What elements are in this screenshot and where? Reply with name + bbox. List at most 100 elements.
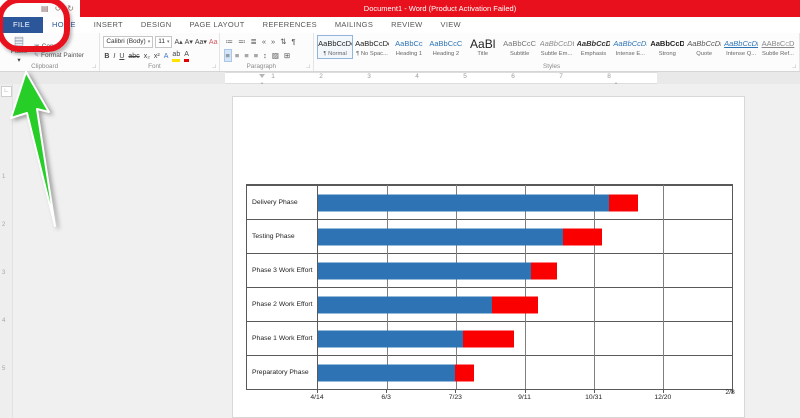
gridline bbox=[387, 185, 388, 389]
axis-tick bbox=[317, 390, 318, 393]
bullets-button[interactable]: ≔ bbox=[225, 36, 235, 47]
style-name: ¶ No Spac... bbox=[355, 50, 389, 58]
style-no-spacing[interactable]: AaBbCcDc¶ No Spac... bbox=[354, 35, 390, 59]
style-name: Subtle Em... bbox=[540, 50, 574, 58]
tab-mailings[interactable]: MAILINGS bbox=[326, 17, 382, 33]
shading-button[interactable]: ▨ bbox=[271, 50, 280, 61]
align-right-button[interactable]: ≡ bbox=[243, 50, 249, 61]
increase-indent-button[interactable]: » bbox=[270, 36, 276, 47]
font-size-combo[interactable]: 11 ▾ bbox=[155, 36, 172, 48]
style-quote[interactable]: AaBbCcDtQuote bbox=[686, 35, 722, 59]
change-case-button[interactable]: Aa▾ bbox=[195, 37, 207, 48]
font-name-combo[interactable]: Calibri (Body) ▾ bbox=[103, 36, 153, 48]
clear-formatting-button[interactable]: Aa bbox=[209, 37, 218, 48]
bar-segment-red bbox=[531, 262, 557, 279]
style-subtle-ref[interactable]: AABbCcDSubtle Ref... bbox=[760, 35, 796, 59]
bold-button[interactable]: B bbox=[104, 51, 109, 62]
ruler-number: 4 bbox=[415, 73, 419, 80]
justify-button[interactable]: ≡ bbox=[253, 50, 259, 61]
style-heading-2[interactable]: AaBbCcCHeading 2 bbox=[428, 35, 464, 59]
tab-review[interactable]: REVIEW bbox=[382, 17, 431, 33]
subscript-button[interactable]: x₂ bbox=[144, 51, 150, 62]
ribbon: ▤ Paste ▾ ▣ Copy ✎ Format Painter Clipbo… bbox=[0, 33, 800, 72]
bar-segment-blue bbox=[318, 194, 609, 211]
style-sample: AaBbCc bbox=[392, 38, 426, 50]
ruler-number: 5 bbox=[463, 73, 467, 80]
style-heading-1[interactable]: AaBbCcHeading 1 bbox=[391, 35, 427, 59]
text-effects-button[interactable]: A bbox=[164, 51, 169, 62]
format-painter-button[interactable]: ✎ Format Painter bbox=[34, 52, 84, 59]
horizontal-ruler[interactable]: 12345678 bbox=[0, 72, 800, 84]
style-sample: AaBbCcDt bbox=[724, 38, 758, 50]
axis-tick bbox=[525, 390, 526, 393]
paragraph-dialog-launcher[interactable]: ∟ bbox=[305, 64, 311, 70]
numbering-button[interactable]: ≕ bbox=[237, 36, 247, 47]
ruler-number: 3 bbox=[367, 73, 371, 80]
tab-stop-selector[interactable]: ∟ bbox=[1, 86, 12, 97]
borders-button[interactable]: ⊞ bbox=[283, 50, 291, 61]
clipboard-dialog-launcher[interactable]: ∟ bbox=[91, 64, 97, 70]
align-left-button[interactable]: ≡ bbox=[225, 50, 231, 61]
align-center-button[interactable]: ≡ bbox=[234, 50, 240, 61]
style-intense-e[interactable]: AaBbCcDtIntense E... bbox=[612, 35, 648, 59]
highlight-color-button[interactable]: ab bbox=[172, 51, 180, 62]
bar-segment-blue bbox=[318, 364, 455, 381]
style-strong[interactable]: AaBbCcDcStrong bbox=[649, 35, 685, 59]
italic-button[interactable]: I bbox=[113, 51, 115, 62]
styles-dialog-launcher[interactable]: ∟ bbox=[791, 64, 797, 70]
tab-insert[interactable]: INSERT bbox=[85, 17, 132, 33]
tab-view[interactable]: VIEW bbox=[432, 17, 470, 33]
style-sample: AaBbCcDt bbox=[577, 38, 611, 50]
vruler-number: 2 bbox=[2, 222, 5, 228]
axis-label: 10/31 bbox=[585, 394, 602, 401]
bar-segment-blue bbox=[318, 296, 492, 313]
vertical-ruler[interactable]: ∟ 12345 bbox=[0, 84, 13, 418]
ruler-number: 1 bbox=[271, 73, 275, 80]
style-name: Quote bbox=[687, 50, 721, 58]
font-dialog-launcher[interactable]: ∟ bbox=[211, 64, 217, 70]
file-highlight-ring bbox=[0, 0, 70, 52]
style-name: Heading 1 bbox=[392, 50, 426, 58]
font-color-button[interactable]: A bbox=[184, 51, 189, 62]
style-title[interactable]: AaBlTitle bbox=[465, 35, 501, 59]
strikethrough-button[interactable]: abc bbox=[128, 51, 139, 62]
style-emphasis[interactable]: AaBbCcDtEmphasis bbox=[576, 35, 612, 59]
shrink-font-button[interactable]: A▾ bbox=[185, 37, 193, 48]
style-normal[interactable]: AaBbCcDc¶ Normal bbox=[317, 35, 353, 59]
tab-page-layout[interactable]: PAGE LAYOUT bbox=[180, 17, 253, 33]
gantt-chart[interactable]: Delivery PhaseTesting PhasePhase 3 Work … bbox=[246, 184, 733, 390]
superscript-button[interactable]: x² bbox=[154, 51, 160, 62]
axis-label: 4/14 bbox=[310, 394, 323, 401]
grow-font-button[interactable]: A▴ bbox=[174, 37, 182, 48]
document-page[interactable]: Delivery PhaseTesting PhasePhase 3 Work … bbox=[232, 96, 745, 418]
style-sample: AaBbCcDc bbox=[355, 38, 389, 50]
style-name: Heading 2 bbox=[429, 50, 463, 58]
style-name: Intense E... bbox=[613, 50, 647, 58]
bar-segment-blue bbox=[318, 228, 563, 245]
style-subtle-em[interactable]: AaBbCcDtSubtle Em... bbox=[539, 35, 575, 59]
line-spacing-button[interactable]: ↕ bbox=[262, 50, 268, 61]
style-subtitle[interactable]: AaBbCcCSubtitle bbox=[502, 35, 538, 59]
bar-segment-blue bbox=[318, 330, 463, 347]
gantt-bar bbox=[318, 194, 638, 211]
style-sample: AaBbCcC bbox=[503, 38, 537, 50]
paragraph-group: ≔ ≕ ≣ « » ⇅ ¶ ≡ ≡ ≡ ≡ ↕ ▨ ⊞ Paragraph ∟ bbox=[220, 33, 315, 71]
tab-design[interactable]: DESIGN bbox=[132, 17, 181, 33]
tab-references[interactable]: REFERENCES bbox=[254, 17, 326, 33]
gantt-bar bbox=[318, 262, 557, 279]
underline-button[interactable]: U bbox=[119, 51, 124, 62]
decrease-indent-button[interactable]: « bbox=[261, 36, 267, 47]
font-name-dropdown-icon: ▾ bbox=[148, 37, 151, 47]
sort-button[interactable]: ⇅ bbox=[279, 36, 287, 47]
format-painter-icon: ✎ bbox=[34, 52, 39, 59]
window-title: Document1 - Word (Product Activation Fai… bbox=[80, 0, 800, 17]
axis-tick bbox=[594, 390, 595, 393]
vruler-number: 4 bbox=[2, 318, 5, 324]
style-intense-q[interactable]: AaBbCcDtIntense Q... bbox=[723, 35, 759, 59]
multilevel-list-button[interactable]: ≣ bbox=[250, 36, 258, 47]
show-paragraph-marks-button[interactable]: ¶ bbox=[290, 36, 296, 47]
ruler-number: 7 bbox=[559, 73, 563, 80]
gridline bbox=[663, 185, 664, 389]
style-sample: AaBbCcC bbox=[429, 38, 463, 50]
gridline bbox=[594, 185, 595, 389]
